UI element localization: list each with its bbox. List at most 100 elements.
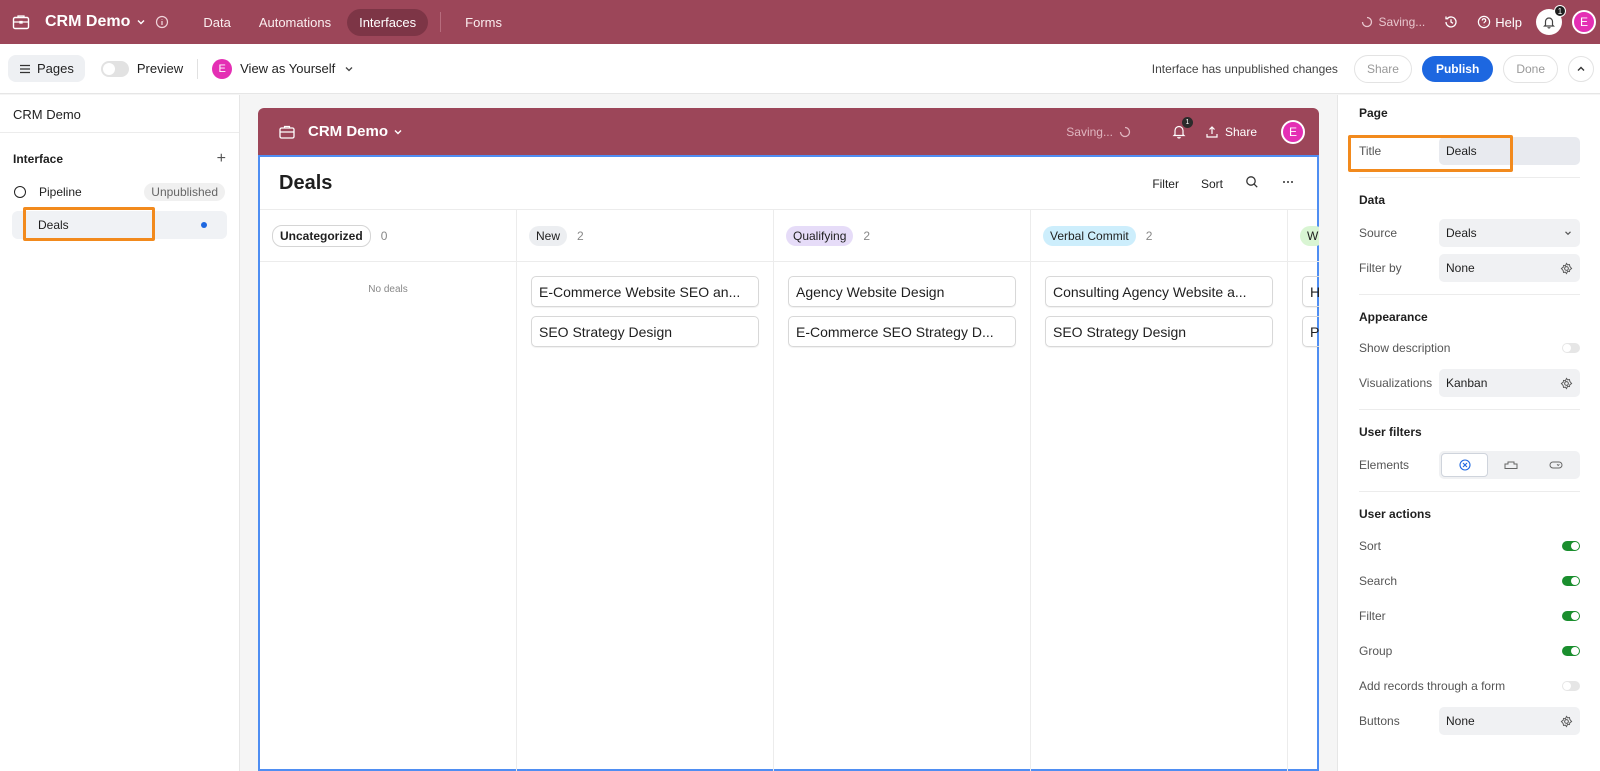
deal-card[interactable]: SEO Strategy Design [1045,316,1273,347]
action-row-filter: Filter [1359,602,1580,630]
more-options-icon[interactable] [1281,175,1295,192]
appearance-heading: Appearance [1359,310,1428,324]
help-icon [1478,15,1491,29]
filter-button[interactable]: Filter [1152,177,1179,191]
search-toggle[interactable] [1562,576,1580,586]
page-title-row: Deals Filter Sort [260,157,1317,210]
menu-icon [20,64,30,73]
chevron-up-icon [1577,66,1585,71]
action-row-add-records: Add records through a form [1359,672,1580,700]
user-avatar[interactable]: E [1572,10,1596,34]
deal-card[interactable]: H [1302,276,1319,307]
add-page-icon[interactable]: + [217,150,226,168]
interface-avatar[interactable]: E [1281,119,1305,144]
visualizations-row: Visualizations Kanban [1359,369,1580,397]
properties-panel: Page Title Deals Data Source Deals Filte… [1337,95,1600,771]
elements-option-none[interactable] [1441,453,1488,477]
preview-switch[interactable] [100,60,129,77]
pages-button[interactable]: Pages [8,55,85,82]
elements-option-dropdown[interactable] [1533,453,1578,477]
interface-section: Interface + [0,149,239,169]
column-count: 2 [863,228,871,243]
column-count: 2 [1145,228,1153,243]
visualizations-label: Visualizations [1359,376,1433,390]
column-tag: W [1300,225,1319,246]
history-icon[interactable] [1443,14,1459,30]
info-icon[interactable] [155,15,169,29]
sidebar-item-label: Pipeline [39,185,82,199]
chevron-down-icon[interactable] [392,126,404,138]
divider [1359,177,1580,178]
chevron-down-icon[interactable] [135,16,147,28]
notification-badge: 1 [1181,116,1193,128]
sidebar-item-label: Deals [38,218,69,232]
dropdown-icon [1549,461,1562,469]
sort-toggle[interactable] [1562,541,1580,551]
filter-by-field[interactable]: None [1439,254,1580,282]
collapse-button[interactable] [1568,56,1594,82]
publish-button[interactable]: Publish [1421,56,1494,82]
gear-icon [1560,376,1573,390]
interface-notifications[interactable]: 1 [1171,116,1193,141]
filter-by-label: Filter by [1359,261,1402,275]
view-as-dropdown[interactable]: E View as Yourself [212,58,355,79]
chevron-down-icon [345,66,353,71]
base-name[interactable]: CRM Demo [45,13,130,31]
buttons-field[interactable]: None [1439,707,1580,735]
deal-card[interactable]: SEO Strategy Design [531,316,759,347]
gear-icon [1560,714,1573,728]
preview-toggle[interactable]: Preview [100,60,184,77]
title-input[interactable]: Deals [1439,137,1580,165]
notifications-button[interactable]: 1 [1536,5,1566,35]
action-label: Sort [1359,539,1382,553]
interface-name[interactable]: CRM Demo [308,123,388,140]
search-icon[interactable] [1245,175,1259,192]
divider [1359,409,1580,410]
title-value: Deals [1446,144,1477,158]
unsaved-dot [201,222,207,228]
briefcase-icon[interactable] [11,12,31,32]
deal-card[interactable]: Agency Website Design [788,276,1016,307]
share-icon [1206,125,1218,138]
show-description-toggle[interactable] [1562,343,1580,353]
toolbar-divider [197,58,199,79]
action-row-search: Search [1359,567,1580,595]
elements-option-tabs[interactable] [1488,453,1533,477]
action-label: Add records through a form [1359,679,1506,693]
sort-button[interactable]: Sort [1201,177,1223,191]
source-select[interactable]: Deals [1439,219,1580,247]
deal-card[interactable]: E-Commerce SEO Strategy D... [788,316,1016,347]
done-button[interactable]: Done [1503,55,1558,83]
unpublished-badge: Unpublished [144,183,225,201]
sidebar-item-pipeline[interactable]: Pipeline Unpublished [12,179,227,205]
share-button[interactable]: Share [1353,55,1412,83]
deal-card[interactable]: Consulting Agency Website a... [1045,276,1273,307]
interface-canvas: CRM Demo Saving... 1 Share E Deals Filte… [240,95,1336,771]
kanban-column-uncategorized: Uncategorized 0 No deals [260,210,517,771]
nav-interfaces[interactable]: Interfaces [347,8,429,36]
interface-share-button[interactable]: Share [1205,125,1257,139]
user-actions-heading: User actions [1359,507,1432,521]
group-toggle[interactable] [1562,646,1580,656]
nav-automations[interactable]: Automations [247,9,343,36]
data-heading: Data [1359,193,1386,207]
nav-forms[interactable]: Forms [453,9,514,36]
interface-header: CRM Demo Saving... 1 Share E [258,108,1319,155]
elements-row: Elements [1359,451,1580,479]
tabs-icon [1504,461,1517,469]
title-label: Title [1359,144,1382,158]
deal-card[interactable]: E-Commerce Website SEO an... [531,276,759,307]
page-title[interactable]: Deals [279,172,332,195]
help-button[interactable]: Help [1477,15,1522,30]
sidebar-item-deals[interactable]: Deals [12,211,227,239]
deal-card[interactable]: P [1302,316,1319,347]
chevron-down-icon [1565,231,1571,236]
page-circle-icon [14,186,26,198]
filter-by-value: None [1446,261,1475,275]
preview-label: Preview [136,61,184,76]
nav-data[interactable]: Data [191,9,242,36]
filter-toggle[interactable] [1562,611,1580,621]
visualizations-field[interactable]: Kanban [1439,369,1580,397]
nav-divider [440,12,442,32]
add-records-toggle[interactable] [1562,681,1580,691]
